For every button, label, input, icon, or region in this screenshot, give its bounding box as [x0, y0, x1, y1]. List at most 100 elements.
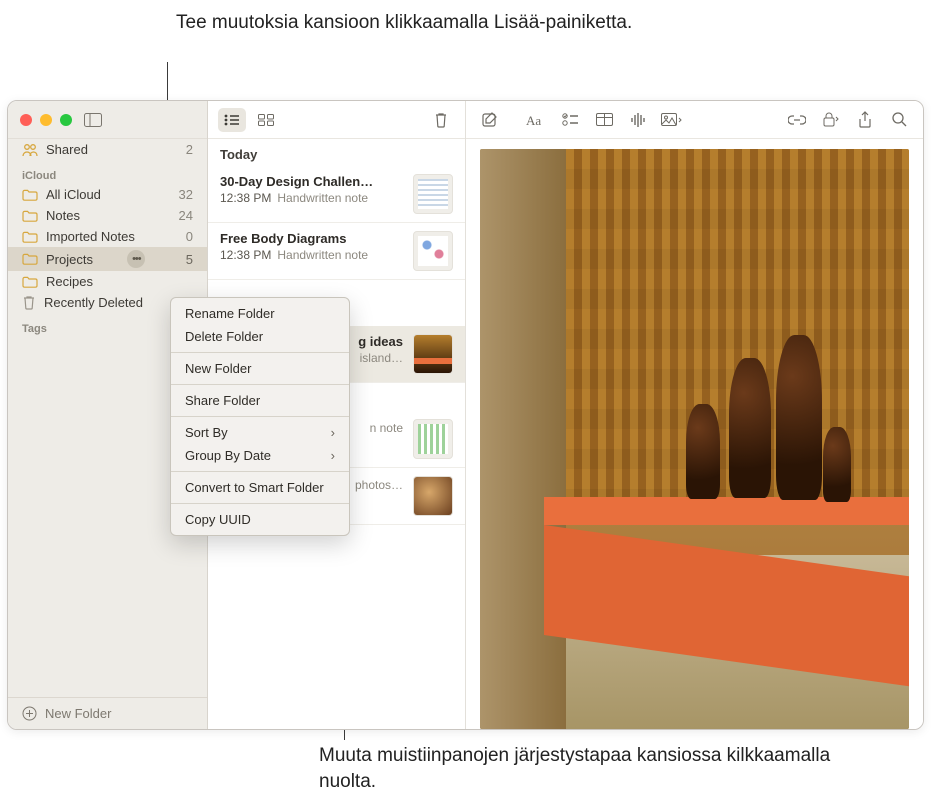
media-button[interactable] [622, 108, 654, 132]
sidebar-item-count: 5 [186, 252, 193, 267]
menu-separator [171, 416, 349, 417]
folder-icon [22, 189, 38, 201]
menu-share-folder[interactable]: Share Folder [171, 389, 349, 412]
menu-group-by-date[interactable]: Group By Date › [171, 444, 349, 467]
sidebar-item-label: Recipes [46, 274, 93, 289]
checklist-icon [562, 113, 578, 127]
folder-icon [22, 276, 38, 288]
list-section-header: Today [208, 139, 465, 166]
gallery-view-button[interactable] [252, 108, 280, 132]
sidebar-item-label: Projects [46, 252, 93, 267]
menu-separator [171, 471, 349, 472]
menu-sort-by[interactable]: Sort By › [171, 421, 349, 444]
menu-copy-uuid[interactable]: Copy UUID [171, 508, 349, 531]
note-image [480, 149, 909, 729]
grid-icon [258, 114, 274, 126]
chevron-right-icon: › [331, 448, 335, 463]
sidebar-item-label: Shared [46, 142, 88, 157]
sidebar-item-label: All iCloud [46, 187, 101, 202]
search-icon [892, 112, 907, 127]
menu-delete-folder[interactable]: Delete Folder [171, 325, 349, 348]
chevron-right-icon: › [331, 425, 335, 440]
waveform-icon [630, 112, 646, 128]
list-toolbar [208, 101, 465, 139]
sidebar-item-imported[interactable]: Imported Notes 0 [8, 226, 207, 247]
list-view-button[interactable] [218, 108, 246, 132]
folder-context-menu: Rename Folder Delete Folder New Folder S… [170, 297, 350, 536]
plus-circle-icon [22, 706, 37, 721]
folder-icon [22, 210, 38, 222]
note-title: 30-Day Design Challen… [220, 174, 403, 189]
lock-button[interactable] [815, 108, 847, 132]
callout-bottom: Muuta muistiinpanojen järjestystapaa kan… [319, 743, 839, 794]
shared-icon [22, 143, 38, 157]
new-folder-button[interactable]: New Folder [8, 697, 207, 729]
minimize-button[interactable] [40, 114, 52, 126]
compose-button[interactable] [474, 108, 506, 132]
list-icon [224, 114, 240, 126]
sidebar-item-count: 32 [179, 187, 193, 202]
search-button[interactable] [883, 108, 915, 132]
note-subtitle: 12:38 PMHandwritten note [220, 248, 403, 262]
sidebar-item-shared[interactable]: Shared 2 [8, 139, 207, 160]
sidebar-item-label: Notes [46, 208, 80, 223]
callout-top: Tee muutoksia kansioon klikkaamalla Lisä… [176, 10, 696, 36]
trash-icon [22, 295, 36, 310]
note-thumbnail [413, 334, 453, 374]
folder-icon [22, 231, 38, 243]
note-thumbnail [413, 231, 453, 271]
folder-more-button[interactable]: ••• [127, 250, 145, 268]
photos-button[interactable] [656, 108, 688, 132]
delete-note-button[interactable] [427, 108, 455, 132]
checklist-button[interactable] [554, 108, 586, 132]
window-controls [20, 114, 72, 126]
table-icon [596, 113, 613, 126]
sidebar-titlebar [8, 101, 207, 139]
sidebar-item-notes[interactable]: Notes 24 [8, 205, 207, 226]
note-editor-column: Aa [466, 101, 923, 729]
menu-separator [171, 503, 349, 504]
note-subtitle: 12:38 PMHandwritten note [220, 191, 403, 205]
note-thumbnail [413, 419, 453, 459]
menu-separator [171, 352, 349, 353]
sidebar-item-label: Recently Deleted [44, 295, 143, 310]
table-button[interactable] [588, 108, 620, 132]
note-title: Free Body Diagrams [220, 231, 403, 246]
editor-toolbar: Aa [466, 101, 923, 139]
note-content[interactable] [466, 139, 923, 729]
sidebar-item-all-icloud[interactable]: All iCloud 32 [8, 184, 207, 205]
app-window: Shared 2 iCloud All iCloud 32 Notes 24 I… [7, 100, 924, 730]
format-button[interactable]: Aa [520, 108, 552, 132]
sidebar-item-count: 2 [186, 142, 193, 157]
text-format-icon: Aa [526, 113, 546, 127]
toggle-sidebar-button[interactable] [80, 109, 106, 131]
trash-icon [434, 112, 448, 128]
compose-icon [482, 111, 499, 128]
share-button[interactable] [849, 108, 881, 132]
sidebar-item-recipes[interactable]: Recipes [8, 271, 207, 292]
menu-separator [171, 384, 349, 385]
sidebar-item-label: Imported Notes [46, 229, 135, 244]
lock-icon [822, 112, 840, 127]
new-folder-label: New Folder [45, 706, 111, 721]
link-icon [788, 114, 806, 126]
menu-rename-folder[interactable]: Rename Folder [171, 302, 349, 325]
note-item[interactable]: Free Body Diagrams 12:38 PMHandwritten n… [208, 223, 465, 280]
sidebar-section-icloud: iCloud [8, 160, 207, 184]
note-item[interactable]: 30-Day Design Challen… 12:38 PMHandwritt… [208, 166, 465, 223]
svg-text:Aa: Aa [526, 113, 541, 127]
note-thumbnail [413, 476, 453, 516]
sidebar-icon [84, 113, 102, 127]
link-button[interactable] [781, 108, 813, 132]
menu-label: Sort By [185, 425, 228, 440]
menu-new-folder[interactable]: New Folder [171, 357, 349, 380]
sidebar-item-projects[interactable]: Projects ••• 5 [8, 247, 207, 271]
fullscreen-button[interactable] [60, 114, 72, 126]
share-icon [858, 111, 872, 128]
menu-convert-smart-folder[interactable]: Convert to Smart Folder [171, 476, 349, 499]
note-thumbnail [413, 174, 453, 214]
sidebar-item-count: 24 [179, 208, 193, 223]
close-button[interactable] [20, 114, 32, 126]
photo-icon [661, 113, 683, 127]
folder-icon [22, 253, 38, 265]
